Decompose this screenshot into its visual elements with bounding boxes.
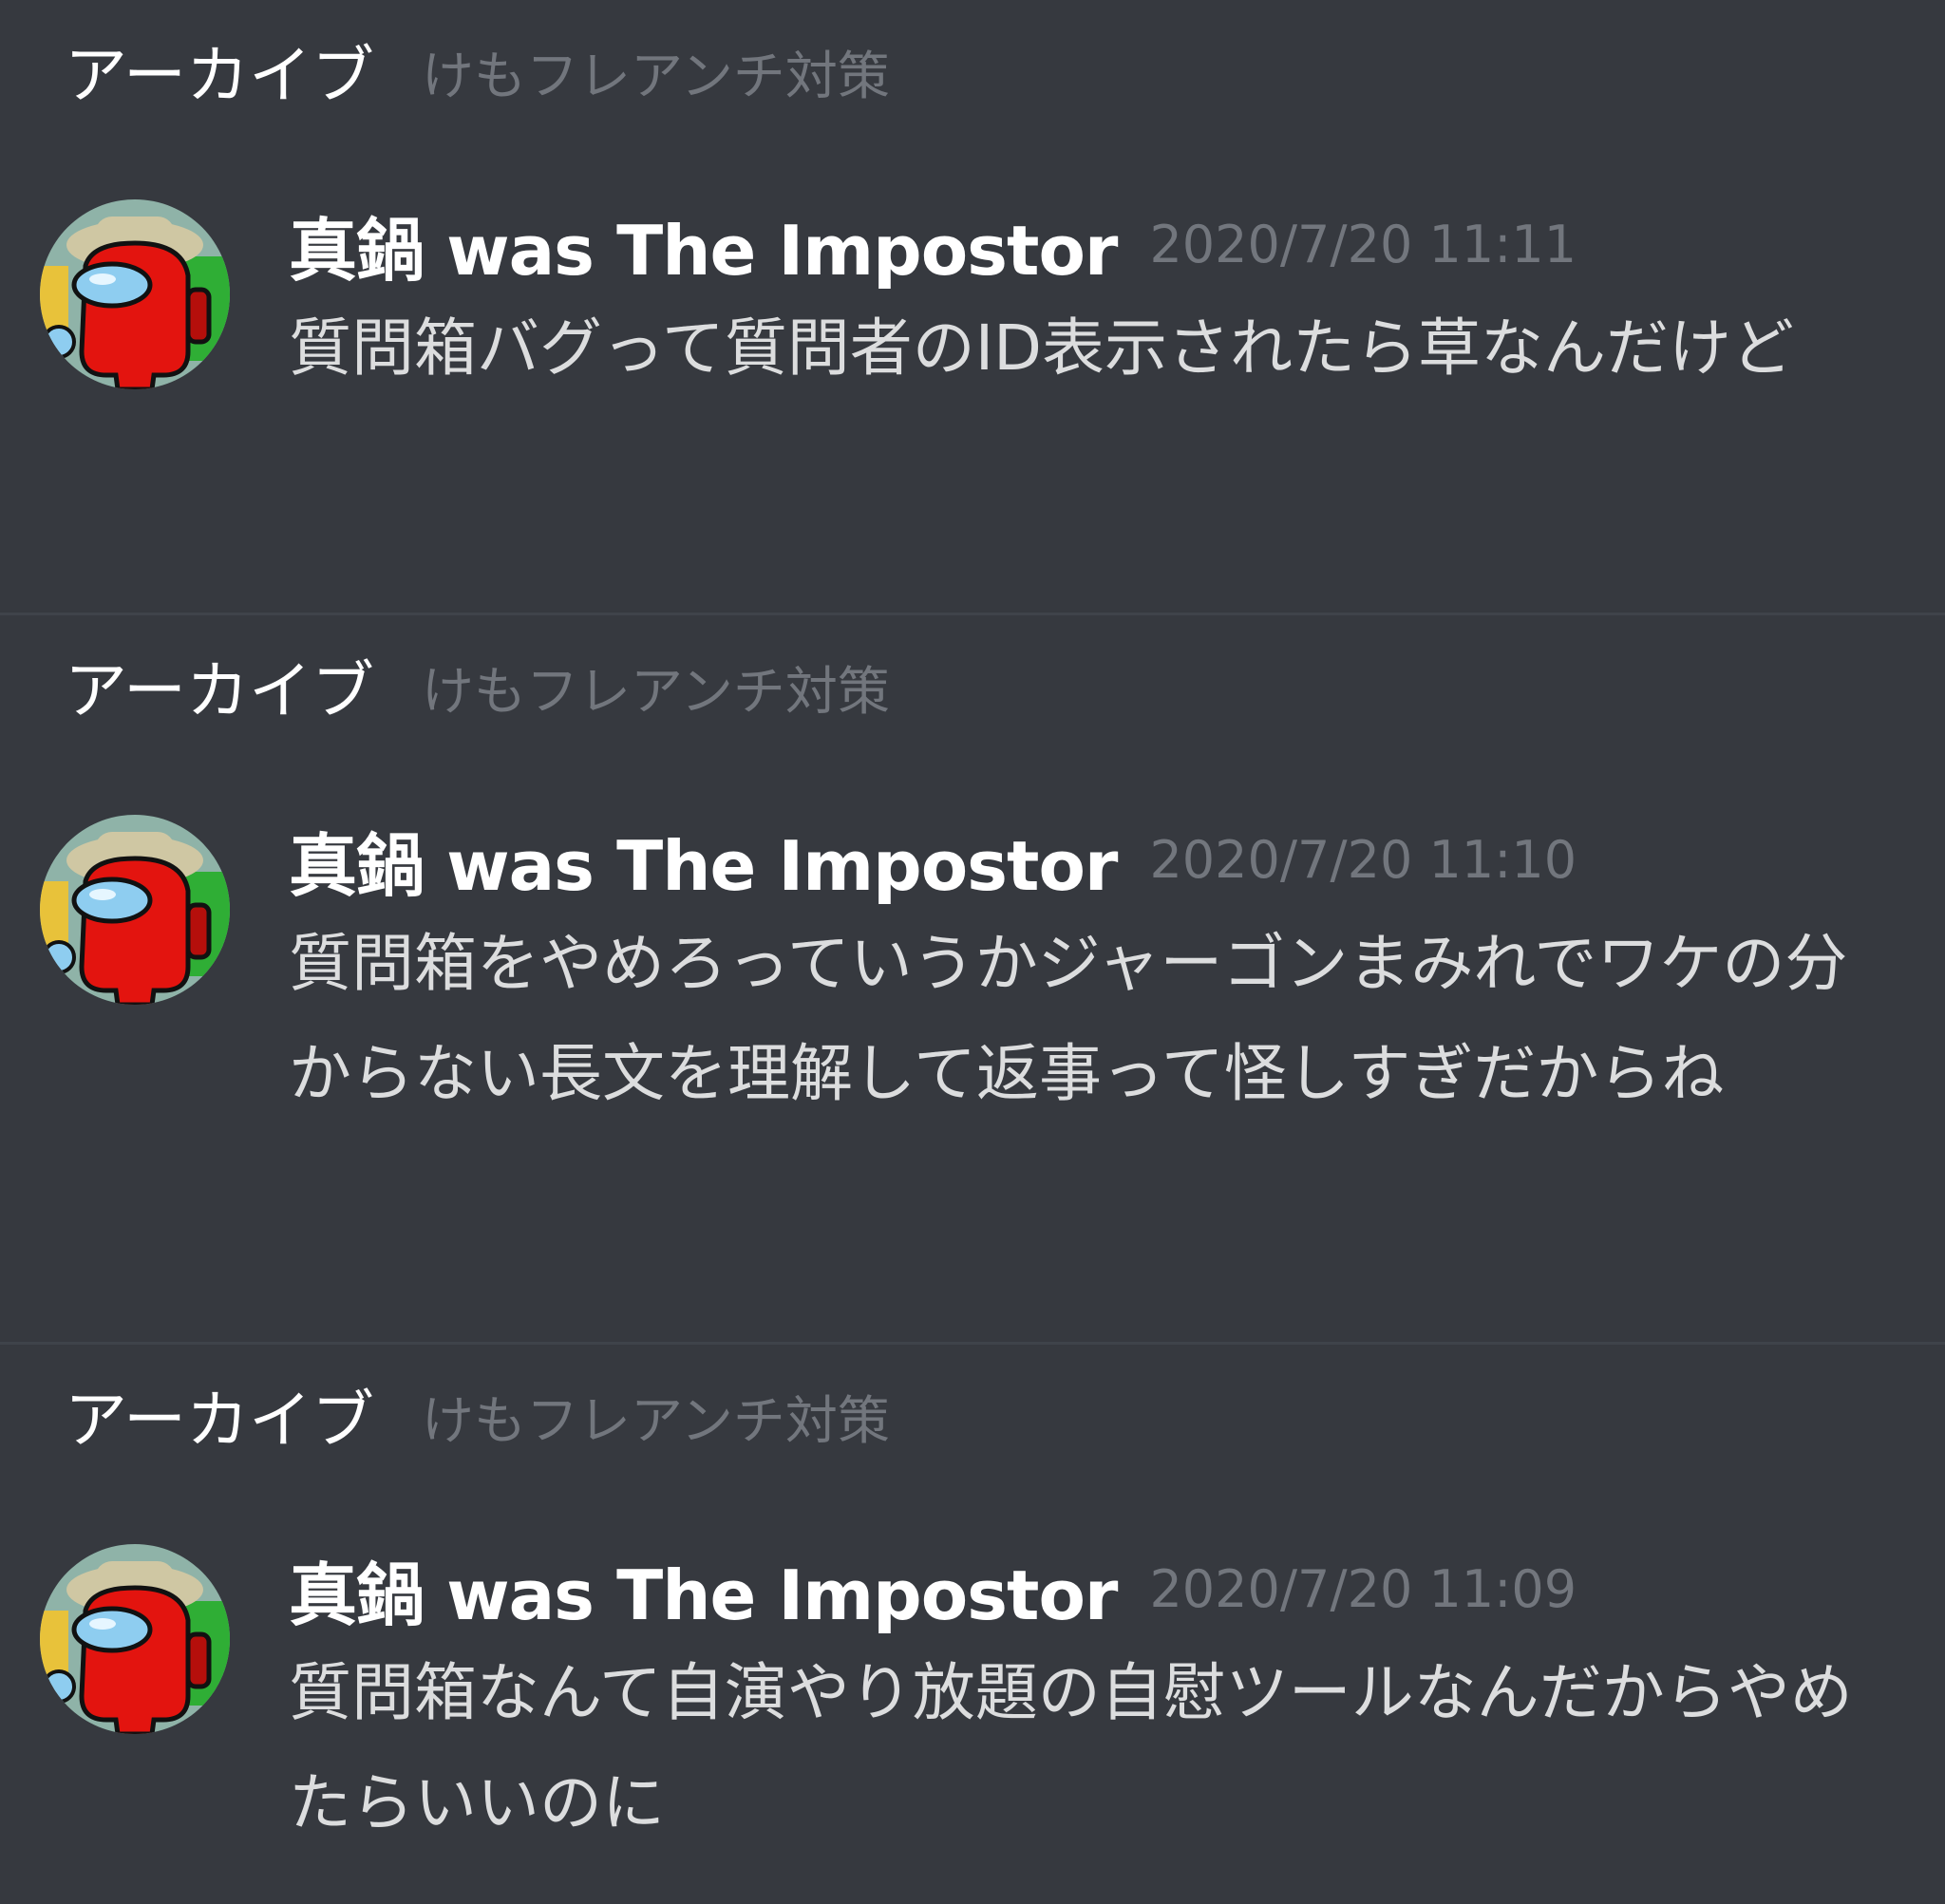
- author-name[interactable]: 真鍋 was The Impostor: [289, 195, 1118, 294]
- author-name[interactable]: 真鍋 was The Impostor: [289, 810, 1118, 910]
- server-name[interactable]: アーカイブ: [65, 651, 374, 731]
- result-header: アーカイブ けもフレアンチ対策: [65, 651, 890, 731]
- message-header: 真鍋 was The Impostor 2020/7/20 11:11: [289, 195, 1903, 293]
- message-feed: アーカイブ けもフレアンチ対策 真鍋 was The Impostor 2020…: [0, 0, 1945, 1904]
- result-header: アーカイブ けもフレアンチ対策: [65, 1381, 890, 1461]
- message-header: 真鍋 was The Impostor 2020/7/20 11:09: [289, 1539, 1903, 1638]
- author-name[interactable]: 真鍋 was The Impostor: [289, 1539, 1118, 1639]
- server-name[interactable]: アーカイブ: [65, 1381, 374, 1461]
- avatar[interactable]: [40, 199, 230, 389]
- channel-name[interactable]: けもフレアンチ対策: [422, 1381, 890, 1461]
- crewmate-avatar-icon: [40, 815, 230, 1005]
- crewmate-avatar-icon: [40, 199, 230, 389]
- search-result[interactable]: アーカイブ けもフレアンチ対策 真鍋 was The Impostor 2020…: [0, 0, 1945, 613]
- channel-name[interactable]: けもフレアンチ対策: [422, 651, 890, 731]
- message-body: 真鍋 was The Impostor 2020/7/20 11:10 質問箱を…: [289, 810, 1903, 1129]
- message-content: 質問箱バグって質問者のID表示されたら草なんだけど: [289, 311, 1794, 385]
- message-header: 真鍋 was The Impostor 2020/7/20 11:10: [289, 810, 1903, 909]
- timestamp: 2020/7/20 11:10: [1149, 829, 1577, 890]
- search-result[interactable]: アーカイブ けもフレアンチ対策 真鍋 was The Impostor 2020…: [0, 613, 1945, 1342]
- server-name[interactable]: アーカイブ: [65, 36, 374, 116]
- search-result[interactable]: アーカイブ けもフレアンチ対策 真鍋 was The Impostor 2020…: [0, 1342, 1945, 1904]
- result-header: アーカイブ けもフレアンチ対策: [65, 36, 890, 116]
- message-content: 質問箱をやめろっていうかジャーゴンまみれでワケの分からない長文を理解して返事って…: [289, 927, 1848, 1110]
- message-content: 質問箱なんて自演やり放題の自慰ツールなんだからやめたらいいのに: [289, 1656, 1853, 1839]
- avatar[interactable]: [40, 815, 230, 1005]
- avatar[interactable]: [40, 1544, 230, 1734]
- timestamp: 2020/7/20 11:09: [1149, 1558, 1577, 1619]
- message-body: 真鍋 was The Impostor 2020/7/20 11:11 質問箱バ…: [289, 195, 1903, 404]
- channel-name[interactable]: けもフレアンチ対策: [422, 36, 890, 116]
- message-body: 真鍋 was The Impostor 2020/7/20 11:09 質問箱な…: [289, 1539, 1903, 1858]
- timestamp: 2020/7/20 11:11: [1149, 214, 1577, 274]
- crewmate-avatar-icon: [40, 1544, 230, 1734]
